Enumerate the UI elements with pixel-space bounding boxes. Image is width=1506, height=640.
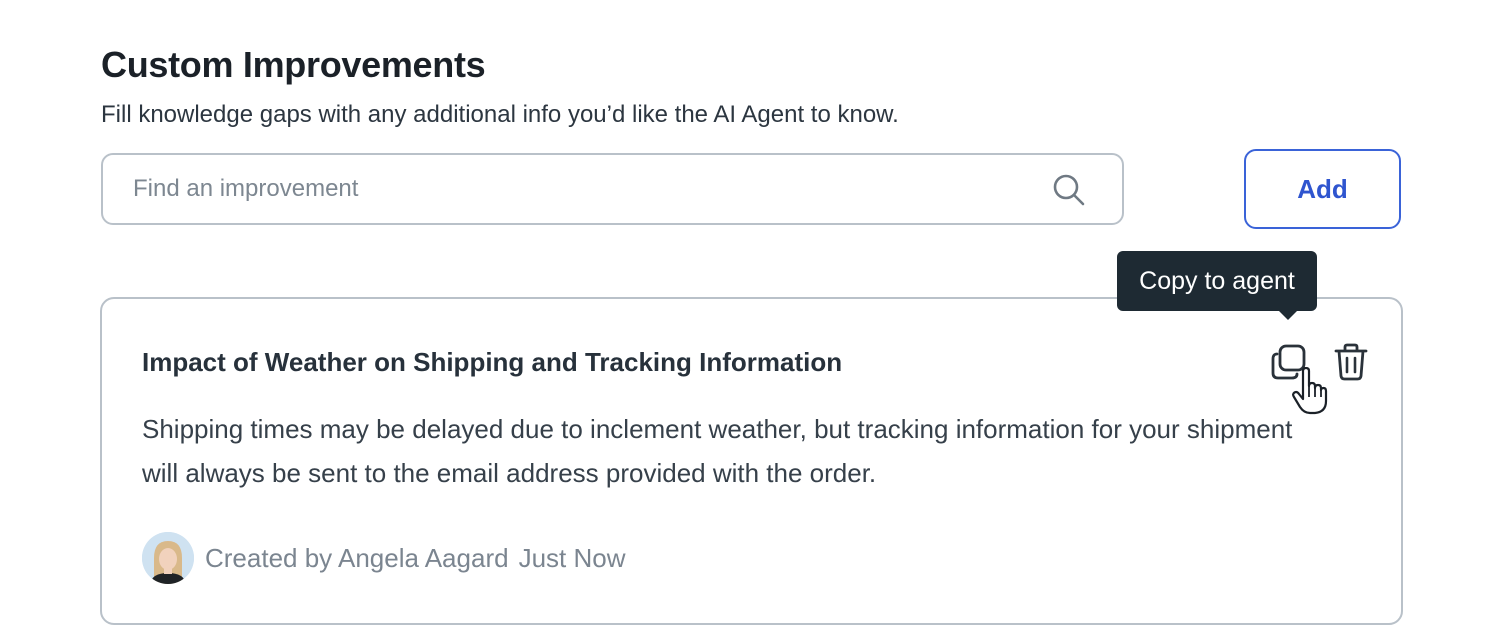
search-box[interactable] [101, 153, 1124, 225]
timestamp: Just Now [518, 543, 626, 573]
search-icon[interactable] [1052, 173, 1086, 207]
improvement-title: Impact of Weather on Shipping and Tracki… [142, 347, 843, 377]
created-by-label: Created by Angela Aagard [205, 543, 509, 573]
add-improvement-button[interactable]: Add [1244, 149, 1401, 229]
section-title: Custom Improvements [101, 44, 486, 85]
custom-improvements-page: Custom Improvements Fill knowledge gaps … [0, 0, 1506, 640]
improvement-card: Impact of Weather on Shipping and Tracki… [100, 297, 1403, 625]
improvement-body: Shipping times may be delayed due to inc… [142, 414, 1293, 488]
improvement-meta: Created by Angela Aagard Just Now [205, 543, 625, 574]
tooltip-arrow [1278, 310, 1298, 320]
search-input[interactable] [133, 155, 1033, 223]
copy-tooltip: Copy to agent [1117, 251, 1317, 311]
section-subtitle: Fill knowledge gaps with any additional … [101, 101, 899, 128]
trash-icon[interactable] [1334, 343, 1368, 381]
avatar [142, 532, 194, 584]
